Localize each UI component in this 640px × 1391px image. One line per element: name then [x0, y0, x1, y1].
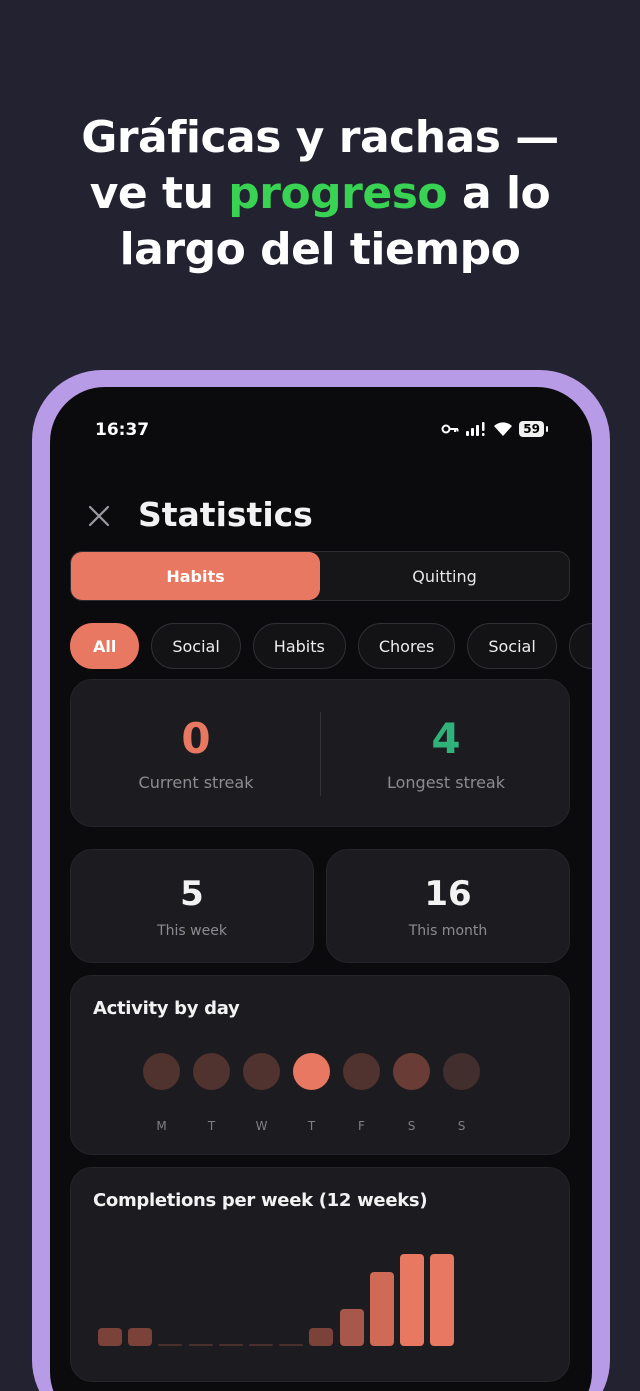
week-bar	[369, 1272, 394, 1346]
this-month-label: This month	[408, 923, 488, 939]
filter-chip-all[interactable]: All	[70, 623, 140, 669]
longest-streak: 4 Longest streak	[321, 680, 571, 828]
week-bar	[158, 1344, 183, 1346]
this-month-value: 16	[424, 874, 472, 914]
wifi-icon	[493, 421, 513, 437]
filter-chips: All Social Habits Chores Social	[70, 623, 592, 669]
filter-chip-social[interactable]: Social	[151, 623, 241, 669]
day-label: S	[407, 1119, 416, 1133]
week-bar	[249, 1344, 273, 1346]
streak-card: 0 Current streak 4 Longest streak	[70, 679, 570, 827]
activity-dot	[393, 1053, 430, 1090]
activity-dots	[143, 1053, 480, 1090]
week-bar	[400, 1254, 424, 1346]
tab-quitting[interactable]: Quitting	[320, 552, 569, 600]
day-labels: M T W T F S S	[143, 1119, 480, 1133]
this-week-card: 5 This week	[70, 849, 314, 963]
status-time: 16:37	[95, 420, 150, 440]
screen-header: Statistics	[50, 487, 592, 543]
activity-title: Activity by day	[93, 998, 240, 1019]
weekly-card: Completions per week (12 weeks)	[70, 1167, 570, 1382]
current-streak: 0 Current streak	[71, 680, 321, 828]
battery-indicator: 59	[519, 421, 548, 437]
week-bar	[128, 1327, 153, 1346]
week-bar	[188, 1344, 213, 1346]
this-week-label: This week	[157, 923, 227, 939]
headline-line-1: Gráficas y rachas —	[81, 112, 559, 163]
filter-chip-chores[interactable]: Chores	[357, 623, 456, 669]
activity-dot	[293, 1053, 330, 1090]
week-bar	[98, 1327, 122, 1346]
filter-chip-more[interactable]	[568, 623, 592, 669]
week-bar	[218, 1344, 243, 1346]
day-label: F	[358, 1119, 365, 1133]
day-label: S	[457, 1119, 466, 1133]
filter-chip-social-2[interactable]: Social	[467, 623, 557, 669]
weekly-title: Completions per week (12 weeks)	[93, 1190, 428, 1211]
week-bar	[279, 1344, 304, 1346]
signal-icon	[465, 422, 487, 436]
filter-chip-habits[interactable]: Habits	[252, 623, 346, 669]
activity-dot	[443, 1053, 480, 1090]
current-streak-value: 0	[181, 714, 211, 763]
activity-dot	[143, 1053, 180, 1090]
headline-line-3: largo del tiempo	[119, 224, 521, 275]
day-label: T	[207, 1119, 216, 1133]
headline-text: ve tu	[89, 168, 229, 219]
close-button[interactable]	[84, 503, 114, 533]
week-bar	[430, 1254, 455, 1346]
status-bar: 16:37 59	[50, 387, 592, 477]
week-bar	[309, 1327, 334, 1346]
key-icon	[441, 423, 459, 435]
promo-headline: Gráficas y rachas — ve tu progreso a lo …	[0, 110, 640, 278]
activity-dot	[343, 1053, 380, 1090]
tab-habits[interactable]: Habits	[71, 552, 320, 600]
day-label: W	[255, 1119, 268, 1133]
weekly-bar-chart	[98, 1228, 458, 1346]
this-week-value: 5	[180, 874, 204, 914]
headline-line-2: ve tu progreso a lo	[0, 166, 640, 222]
phone-screen: 16:37 59 Statistics Habits Quitting All …	[50, 387, 592, 1391]
current-streak-label: Current streak	[138, 773, 254, 792]
day-label: M	[156, 1119, 167, 1133]
headline-text: a lo	[447, 168, 551, 219]
activity-dot	[193, 1053, 230, 1090]
longest-streak-value: 4	[431, 714, 461, 763]
longest-streak-label: Longest streak	[386, 773, 505, 792]
week-bar	[339, 1309, 364, 1346]
close-icon	[87, 504, 111, 532]
this-month-card: 16 This month	[326, 849, 570, 963]
status-icons: 59	[441, 421, 548, 437]
activity-dot	[243, 1053, 280, 1090]
activity-card: Activity by day M T W T F S S	[70, 975, 570, 1155]
segmented-control: Habits Quitting	[70, 551, 570, 601]
day-label: T	[307, 1119, 316, 1133]
headline-accent: progreso	[228, 168, 448, 219]
page-title: Statistics	[138, 495, 313, 534]
